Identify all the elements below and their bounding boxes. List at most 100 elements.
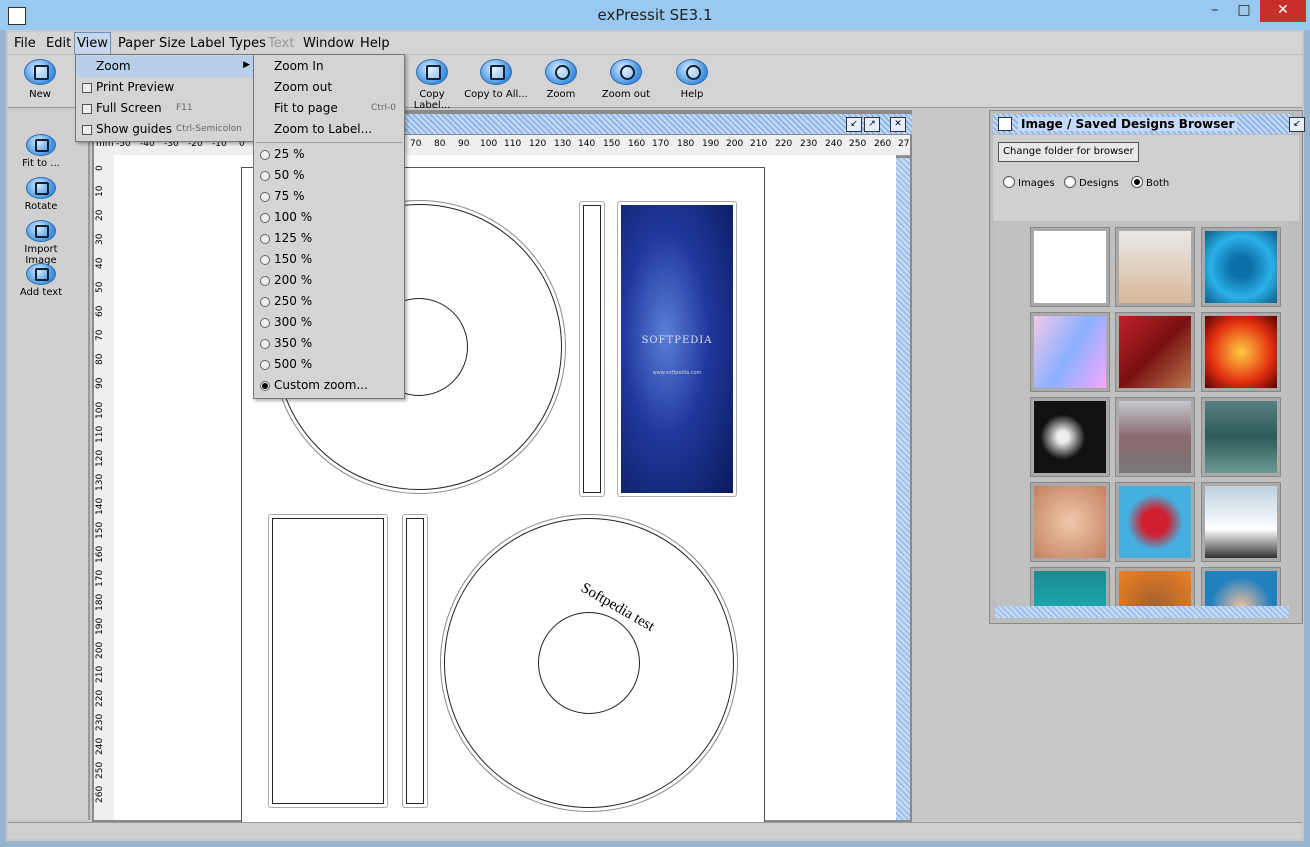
zoom-level-item[interactable]: 250 % [254,291,404,312]
zoom-to-label-label: Zoom to Label... [274,122,373,136]
spine-label-top[interactable] [579,201,605,497]
menu-item-zoom[interactable]: Zoom ▶ [76,56,254,77]
thumbnail[interactable] [1201,482,1281,562]
zoom-out-item[interactable]: Zoom out [254,77,404,98]
zoom-in-item[interactable]: Zoom In [254,56,404,77]
design-vertical-scrollbar[interactable] [896,158,910,820]
cover-label[interactable]: SOFTPEDIA www.softpedia.com [617,201,737,497]
rotate-button[interactable]: Rotate [8,177,74,212]
import-image-icon [26,220,56,242]
thumbnail[interactable] [1030,397,1110,477]
zoom-level-item[interactable]: 25 % [254,144,404,165]
zoom-level-item[interactable]: 350 % [254,333,404,354]
menu-file[interactable]: File [14,36,36,51]
menu-help[interactable]: Help [360,36,390,51]
zoom-to-label-item[interactable]: Zoom to Label... [254,119,404,140]
help-button[interactable]: Help [660,57,724,100]
ruler-tick: 210 [95,665,105,683]
thumbnail[interactable] [1115,397,1195,477]
change-folder-button[interactable]: Change folder for browser [998,142,1139,162]
menu-edit[interactable]: Edit [46,36,71,51]
browser-restore-icon[interactable]: ↙ [1289,117,1305,132]
thumbnail[interactable] [1201,567,1281,606]
zoom-level-item[interactable]: 125 % [254,228,404,249]
ruler-tick: 240 [825,139,843,149]
zoom-level-item[interactable]: 100 % [254,207,404,228]
zoom-level-item[interactable]: 300 % [254,312,404,333]
thumbnail[interactable] [1201,227,1281,307]
menu-item-zoom-label: Zoom [96,59,131,73]
zoom-level-item[interactable]: 200 % [254,270,404,291]
thumbnail[interactable] [1115,227,1195,307]
app-icon[interactable] [8,7,26,25]
copy-to-all-label: Copy to All... [464,89,528,100]
new-button[interactable]: New [8,57,72,100]
radio-selected-icon [260,381,270,391]
browser-window-icon [998,117,1012,131]
spine-label-bottom[interactable] [402,514,428,808]
menu-paper-size[interactable]: Paper Size [118,36,186,51]
thumbnail[interactable] [1115,312,1195,392]
zoom-level-item[interactable]: 500 % [254,354,404,375]
ruler-tick: 250 [95,761,105,779]
minimize-button[interactable]: – [1200,0,1230,22]
zoom-level-item[interactable]: 75 % [254,186,404,207]
thumbnail[interactable] [1030,567,1110,606]
thumbnail[interactable] [1030,227,1110,307]
thumbnail[interactable] [1030,312,1110,392]
zoom-level-label: 300 % [274,315,313,329]
menu-item-full-screen[interactable]: Full Screen F11 [76,98,254,119]
thumbnail[interactable] [1115,482,1195,562]
vertical-ruler: 0 10 20 30 40 50 60 70 80 90 100 110 120… [94,155,115,820]
cover-image[interactable]: SOFTPEDIA www.softpedia.com [621,205,733,493]
menu-item-print-preview[interactable]: Print Preview [76,77,254,98]
zoom-level-label: 25 % [274,147,305,161]
menu-text[interactable]: Text [268,36,294,51]
zoom-level-item[interactable]: 50 % [254,165,404,186]
close-button[interactable]: ✕ [1260,0,1306,22]
title-bar: exPressit SE3.1 [0,0,1310,30]
ruler-tick: 260 [874,139,892,149]
copy-to-all-button[interactable]: Copy to All... [464,57,528,100]
checkbox-icon [82,83,92,93]
ruler-tick: 50 [95,281,105,293]
close-design-icon[interactable]: ✕ [890,117,906,132]
menu-label-types[interactable]: Label Types [190,36,266,51]
import-image-button[interactable]: Import Image [8,220,74,266]
zoom-level-item[interactable]: 150 % [254,249,404,270]
ruler-tick: 70 [410,139,422,149]
expand-icon[interactable]: ↗ [864,117,880,132]
browser-horizontal-scrollbar[interactable] [995,606,1289,618]
thumbnail[interactable] [1115,567,1195,606]
browser-title: Image / Saved Designs Browser [1018,117,1238,131]
custom-zoom-item[interactable]: Custom zoom... [254,375,404,396]
copy-label-button[interactable]: Copy Label... [400,57,464,111]
tray-label[interactable] [268,514,388,808]
fit-to-button[interactable]: Fit to ... [8,134,74,169]
zoom-out-icon [610,59,642,85]
ruler-tick: 80 [95,353,105,365]
thumbnail[interactable] [1201,312,1281,392]
fit-to-page-item[interactable]: Fit to page Ctrl-0 [254,98,404,119]
radio-images[interactable]: Images [1003,176,1055,189]
menu-item-full-screen-label: Full Screen [96,101,162,115]
thumbnail-grid [995,222,1289,606]
menu-item-show-guides[interactable]: Show guides Ctrl-Semicolon [76,119,254,140]
browser-controls: Change folder for browser Images Designs… [993,135,1299,221]
cd-label-bottom[interactable] [440,514,738,812]
ruler-tick: 90 [95,377,105,389]
menu-window[interactable]: Window [303,36,354,51]
add-text-button[interactable]: Add text [8,263,74,298]
ruler-tick: 230 [800,139,818,149]
zoom-button[interactable]: Zoom [529,57,593,100]
radio-icon [260,318,270,328]
restore-icon[interactable]: ↙ [846,117,862,132]
thumbnail[interactable] [1030,482,1110,562]
radio-designs[interactable]: Designs [1064,176,1119,189]
thumbnail[interactable] [1201,397,1281,477]
zoom-level-label: 75 % [274,189,305,203]
zoom-out-button[interactable]: Zoom out [594,57,658,100]
ruler-tick: 160 [628,139,646,149]
maximize-button[interactable]: □ [1230,0,1258,22]
radio-both[interactable]: Both [1131,176,1169,189]
